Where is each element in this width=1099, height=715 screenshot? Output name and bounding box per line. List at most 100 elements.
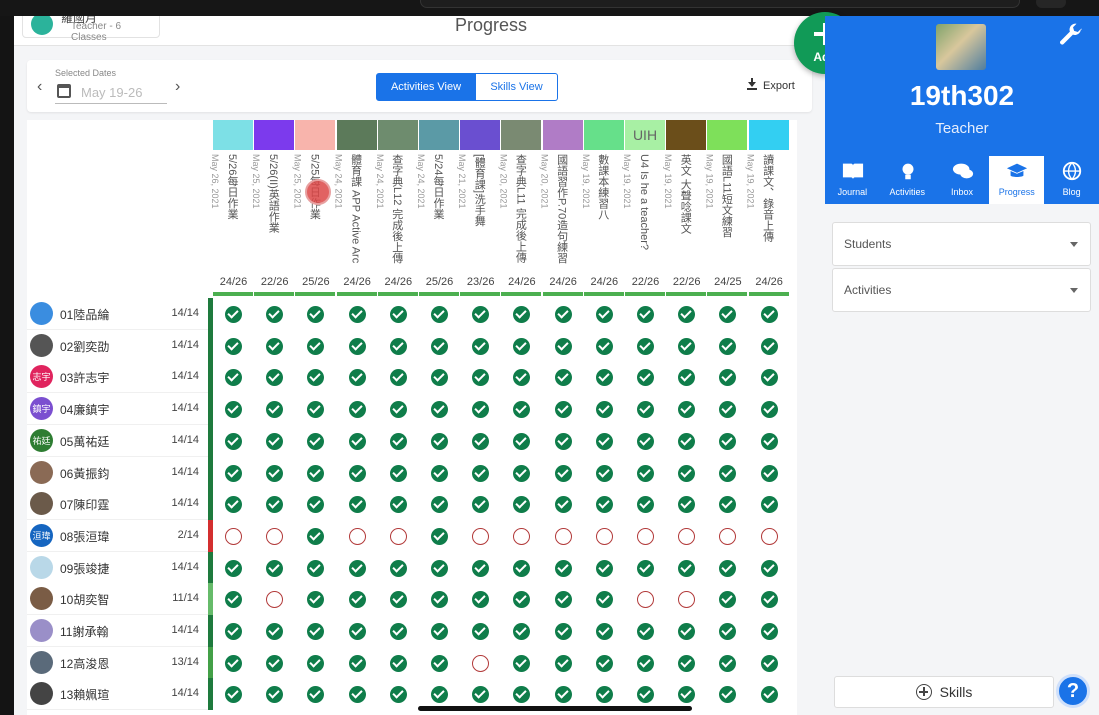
completed-check-icon[interactable] bbox=[678, 464, 696, 482]
completed-check-icon[interactable] bbox=[595, 369, 613, 387]
completed-check-icon[interactable] bbox=[637, 464, 654, 482]
completed-check-icon[interactable] bbox=[760, 559, 778, 577]
completed-check-icon[interactable] bbox=[266, 464, 284, 482]
completed-check-icon[interactable] bbox=[307, 527, 325, 545]
completed-check-icon[interactable] bbox=[389, 654, 407, 672]
incomplete-circle-icon[interactable] bbox=[472, 527, 490, 545]
completed-check-icon[interactable] bbox=[760, 369, 778, 387]
completed-check-icon[interactable] bbox=[472, 401, 490, 419]
completed-check-icon[interactable] bbox=[389, 686, 407, 704]
completed-check-icon[interactable] bbox=[513, 623, 531, 640]
activities-view-button[interactable]: Activities View bbox=[376, 73, 476, 101]
help-button[interactable]: ? bbox=[1056, 674, 1090, 708]
nav-progress[interactable]: Progress bbox=[989, 156, 1045, 204]
incomplete-circle-icon[interactable] bbox=[389, 527, 407, 545]
completed-check-icon[interactable] bbox=[637, 686, 654, 704]
completed-check-icon[interactable] bbox=[472, 464, 490, 482]
completed-check-icon[interactable] bbox=[348, 337, 366, 355]
incomplete-circle-icon[interactable] bbox=[678, 527, 696, 545]
completed-check-icon[interactable] bbox=[307, 623, 325, 640]
completed-check-icon[interactable] bbox=[225, 464, 242, 482]
date-range-field[interactable]: May 19-26 bbox=[55, 82, 167, 104]
completed-check-icon[interactable] bbox=[678, 559, 696, 577]
completed-check-icon[interactable] bbox=[266, 496, 284, 514]
completed-check-icon[interactable] bbox=[554, 623, 572, 640]
activities-select[interactable]: Activities bbox=[832, 268, 1091, 312]
incomplete-circle-icon[interactable] bbox=[595, 527, 613, 545]
completed-check-icon[interactable] bbox=[225, 306, 242, 323]
completed-check-icon[interactable] bbox=[637, 559, 654, 577]
student-row[interactable]: 06黃振鈞 14/14 bbox=[27, 456, 797, 489]
completed-check-icon[interactable] bbox=[554, 369, 572, 387]
completed-check-icon[interactable] bbox=[307, 401, 325, 419]
completed-check-icon[interactable] bbox=[760, 496, 778, 514]
completed-check-icon[interactable] bbox=[307, 337, 325, 355]
completed-check-icon[interactable] bbox=[266, 654, 284, 672]
completed-check-icon[interactable] bbox=[513, 306, 531, 323]
completed-check-icon[interactable] bbox=[637, 654, 654, 672]
completed-check-icon[interactable] bbox=[431, 559, 448, 577]
completed-check-icon[interactable] bbox=[760, 401, 778, 419]
completed-check-icon[interactable] bbox=[637, 306, 654, 323]
completed-check-icon[interactable] bbox=[307, 686, 325, 704]
completed-check-icon[interactable] bbox=[348, 686, 366, 704]
completed-check-icon[interactable] bbox=[472, 623, 490, 640]
completed-check-icon[interactable] bbox=[266, 337, 284, 355]
completed-check-icon[interactable] bbox=[719, 623, 737, 640]
completed-check-icon[interactable] bbox=[431, 306, 448, 323]
completed-check-icon[interactable] bbox=[637, 369, 654, 387]
completed-check-icon[interactable] bbox=[678, 306, 696, 323]
completed-check-icon[interactable] bbox=[513, 464, 531, 482]
nav-inbox[interactable]: Inbox bbox=[935, 156, 990, 204]
completed-check-icon[interactable] bbox=[595, 654, 613, 672]
completed-check-icon[interactable] bbox=[389, 401, 407, 419]
add-skills-button[interactable]: Skills bbox=[834, 676, 1054, 708]
incomplete-circle-icon[interactable] bbox=[266, 527, 284, 545]
completed-check-icon[interactable] bbox=[678, 369, 696, 387]
student-row[interactable]: 祐廷 05萬祐廷 14/14 bbox=[27, 424, 797, 457]
student-row[interactable]: 志宇 03許志宇 14/14 bbox=[27, 361, 797, 394]
completed-check-icon[interactable] bbox=[348, 306, 366, 323]
completed-check-icon[interactable] bbox=[266, 306, 284, 323]
nav-blog[interactable]: Blog bbox=[1044, 156, 1099, 204]
completed-check-icon[interactable] bbox=[554, 401, 572, 419]
completed-check-icon[interactable] bbox=[637, 432, 654, 450]
previous-dates-button[interactable]: ‹ bbox=[37, 78, 42, 96]
completed-check-icon[interactable] bbox=[513, 496, 531, 514]
completed-check-icon[interactable] bbox=[678, 654, 696, 672]
completed-check-icon[interactable] bbox=[760, 337, 778, 355]
completed-check-icon[interactable] bbox=[595, 591, 613, 609]
completed-check-icon[interactable] bbox=[554, 559, 572, 577]
completed-check-icon[interactable] bbox=[595, 686, 613, 704]
completed-check-icon[interactable] bbox=[389, 432, 407, 450]
completed-check-icon[interactable] bbox=[554, 432, 572, 450]
completed-check-icon[interactable] bbox=[348, 591, 366, 609]
completed-check-icon[interactable] bbox=[719, 559, 737, 577]
completed-check-icon[interactable] bbox=[348, 432, 366, 450]
completed-check-icon[interactable] bbox=[595, 306, 613, 323]
completed-check-icon[interactable] bbox=[225, 686, 242, 704]
completed-check-icon[interactable] bbox=[225, 559, 242, 577]
completed-check-icon[interactable] bbox=[431, 686, 448, 704]
wrench-icon[interactable] bbox=[1057, 22, 1083, 48]
student-row[interactable]: 11謝承翰 14/14 bbox=[27, 615, 797, 647]
completed-check-icon[interactable] bbox=[307, 432, 325, 450]
completed-check-icon[interactable] bbox=[266, 559, 284, 577]
completed-check-icon[interactable] bbox=[348, 369, 366, 387]
completed-check-icon[interactable] bbox=[348, 464, 366, 482]
completed-check-icon[interactable] bbox=[348, 623, 366, 640]
completed-check-icon[interactable] bbox=[719, 591, 737, 609]
completed-check-icon[interactable] bbox=[389, 337, 407, 355]
incomplete-circle-icon[interactable] bbox=[637, 591, 654, 609]
completed-check-icon[interactable] bbox=[637, 496, 654, 514]
completed-check-icon[interactable] bbox=[595, 559, 613, 577]
students-select[interactable]: Students bbox=[832, 222, 1091, 266]
completed-check-icon[interactable] bbox=[431, 623, 448, 640]
completed-check-icon[interactable] bbox=[637, 623, 654, 640]
incomplete-circle-icon[interactable] bbox=[513, 527, 531, 545]
completed-check-icon[interactable] bbox=[513, 591, 531, 609]
completed-check-icon[interactable] bbox=[513, 401, 531, 419]
next-dates-button[interactable]: › bbox=[175, 78, 180, 96]
completed-check-icon[interactable] bbox=[719, 464, 737, 482]
completed-check-icon[interactable] bbox=[760, 432, 778, 450]
